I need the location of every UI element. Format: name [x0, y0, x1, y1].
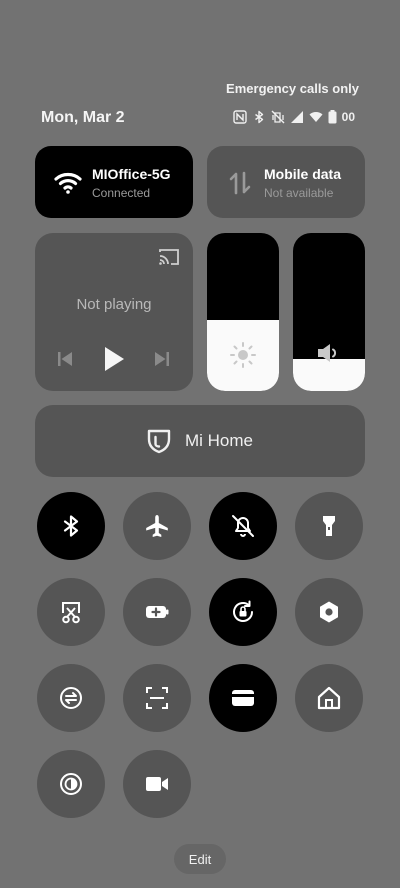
scanner-toggle[interactable] [123, 664, 191, 732]
scissors-icon [62, 602, 80, 624]
play-button[interactable] [102, 345, 126, 373]
volume-slider[interactable] [293, 233, 365, 391]
media-player: Not playing [35, 233, 193, 391]
battery-level: 00 [341, 110, 355, 124]
airplane-mode-toggle[interactable] [123, 492, 191, 560]
bell-off-icon [232, 515, 254, 537]
hexagon-gear-icon [320, 601, 338, 623]
card-icon [232, 690, 254, 706]
mi-home-icon [147, 429, 171, 454]
cast-icon[interactable] [158, 247, 180, 267]
previous-button[interactable] [57, 345, 73, 373]
bluetooth-icon [63, 515, 79, 537]
carrier-status: Emergency calls only [226, 81, 359, 96]
status-icons: 00 [232, 110, 355, 124]
play-icon [105, 347, 124, 371]
battery-icon [328, 110, 337, 124]
edit-button[interactable]: Edit [174, 844, 226, 874]
wifi-network-name: MIOffice-5G [92, 166, 171, 182]
mute-toggle[interactable] [209, 492, 277, 560]
settings-toggle[interactable] [295, 578, 363, 646]
bluetooth-icon [252, 110, 266, 124]
contrast-icon [60, 773, 82, 795]
reading-mode-toggle[interactable] [37, 750, 105, 818]
next-button[interactable] [154, 345, 170, 373]
wifi-icon [309, 110, 323, 124]
battery-saver-toggle[interactable] [123, 578, 191, 646]
brightness-slider[interactable] [207, 233, 279, 391]
bluetooth-toggle[interactable] [37, 492, 105, 560]
battery-plus-icon [146, 606, 169, 618]
speaker-icon [293, 342, 365, 364]
scan-icon [146, 687, 168, 709]
home-icon [317, 686, 341, 710]
wifi-status: Connected [92, 186, 151, 200]
control-center: Emergency calls only Mon, Mar 2 00 MIOff… [0, 0, 400, 888]
date: Mon, Mar 2 [41, 109, 125, 126]
wallet-toggle[interactable] [209, 664, 277, 732]
screenshot-toggle[interactable] [37, 578, 105, 646]
wifi-icon [54, 172, 82, 194]
rotation-lock-toggle[interactable] [209, 578, 277, 646]
skip-next-icon [155, 352, 169, 366]
media-status: Not playing [76, 296, 152, 313]
flashlight-toggle[interactable] [295, 492, 363, 560]
mobile-data-status: Not available [264, 186, 334, 200]
wifi-tile[interactable]: MIOffice-5G Connected [35, 146, 193, 218]
sync-toggle[interactable] [37, 664, 105, 732]
mi-home-button[interactable]: Mi Home [35, 405, 365, 477]
mobile-data-title: Mobile data [264, 166, 342, 182]
video-camera-icon [146, 777, 168, 791]
sync-icon [60, 687, 82, 709]
volume-fill [293, 359, 365, 391]
sun-icon [207, 341, 279, 369]
rotation-lock-icon [233, 600, 253, 622]
mobile-data-tile[interactable]: Mobile data Not available [207, 146, 365, 218]
data-arrows-icon [229, 171, 251, 195]
home-toggle[interactable] [295, 664, 363, 732]
signal-icon [290, 110, 304, 124]
skip-previous-icon [58, 352, 72, 366]
mute-vibrate-icon [271, 110, 285, 124]
nfc-icon [232, 110, 247, 124]
flashlight-icon [323, 516, 335, 536]
mi-home-label: Mi Home [184, 431, 253, 450]
screen-recorder-toggle[interactable] [123, 750, 191, 818]
media-controls [35, 345, 193, 373]
airplane-icon [146, 515, 168, 537]
